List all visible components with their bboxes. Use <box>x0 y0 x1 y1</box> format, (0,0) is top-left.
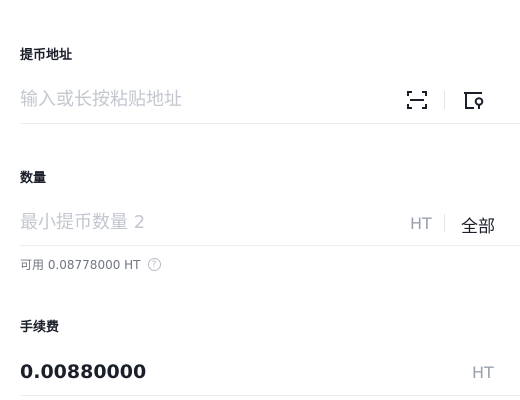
amount-separator <box>444 214 445 232</box>
address-divider <box>20 123 520 124</box>
amount-unit: HT <box>410 214 432 233</box>
address-input[interactable] <box>20 89 380 110</box>
question-circle-icon[interactable]: ? <box>147 258 161 271</box>
icon-separator <box>444 91 445 109</box>
available-balance: 可用 0.08778000 HT ? <box>20 256 161 273</box>
fee-value: 0.00880000 <box>20 361 147 383</box>
amount-input[interactable] <box>20 212 380 233</box>
all-button[interactable]: 全部 <box>461 212 495 237</box>
amount-label: 数量 <box>20 171 47 186</box>
address-label: 提币地址 <box>20 48 73 63</box>
amount-divider <box>20 245 520 246</box>
scan-icon[interactable] <box>404 87 430 113</box>
fee-label: 手续费 <box>20 320 60 335</box>
address-book-icon[interactable] <box>461 87 487 113</box>
available-text: 可用 0.08778000 HT <box>20 258 141 272</box>
fee-unit: HT <box>472 363 494 382</box>
fee-divider <box>20 395 520 396</box>
